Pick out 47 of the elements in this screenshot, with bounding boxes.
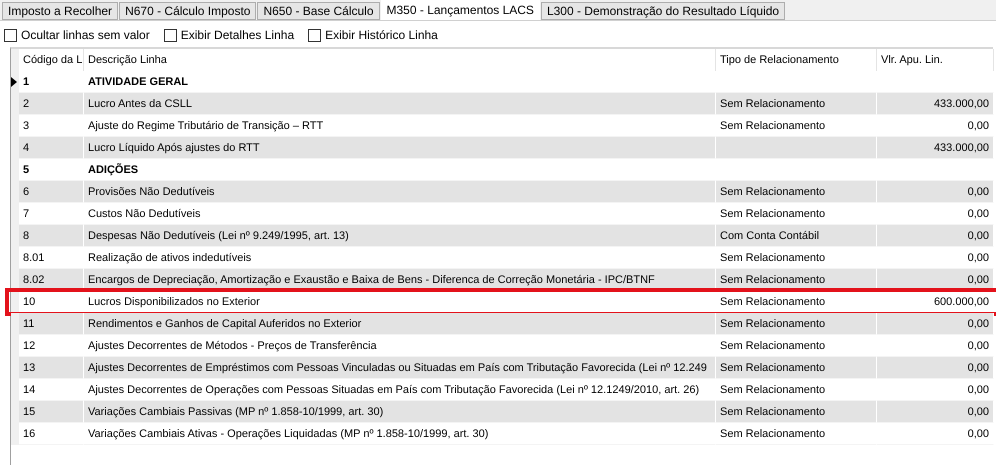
tab[interactable]: Imposto a Recolher (2, 2, 118, 20)
checkbox-label: Exibir Histórico Linha (325, 28, 438, 42)
table-cell: Sem Relacionamento (716, 93, 877, 115)
table-cell: Sem Relacionamento (716, 401, 877, 423)
table-cell: Lucro Líquido Após ajustes do RTT (84, 137, 716, 159)
table-row[interactable]: 16 Variações Cambiais Ativas - Operações Liquidadas (MP nº 1.858-10/1999, art. 30) Sem Relacionamento 0,00 (11, 423, 993, 445)
table-row[interactable]: 13 Ajustes Decorrentes de Empréstimos com Pessoas Vinculadas ou Situadas em País com Tributação Favorecida (Lei nº 12.249 Sem Relacionamento 0,00 (11, 357, 993, 379)
table-cell: Com Conta Contábil (716, 225, 877, 247)
checkbox-label: Ocultar linhas sem valor (21, 28, 150, 42)
tab[interactable]: N670 - Cálculo Imposto (119, 2, 256, 20)
table-row[interactable]: 6 Provisões Não Dedutíveis Sem Relacionamento 0,00 (11, 181, 993, 203)
table-row[interactable]: 15 Variações Cambiais Passivas (MP nº 1.858-10/1999, art. 30) Sem Relacionamento 0,00 (11, 401, 993, 423)
table-cell: 13 (19, 357, 84, 379)
table-cell: Rendimentos e Ganhos de Capital Auferidos no Exterior (84, 313, 716, 335)
table-cell: 6 (19, 181, 84, 203)
tab[interactable]: L300 - Demonstração do Resultado Líquido (540, 2, 786, 20)
checkbox[interactable] (164, 28, 177, 42)
tab[interactable]: M350 - Lançamentos LACS (380, 0, 540, 20)
table-cell: Despesas Não Dedutíveis (Lei nº 9.249/1995, art. 13) (84, 225, 716, 247)
table-row[interactable]: 11 Rendimentos e Ganhos de Capital Auferidos no Exterior Sem Relacionamento 0,00 (11, 313, 993, 335)
checkbox-label: Exibir Detalhes Linha (180, 28, 294, 42)
table-cell: 11 (19, 313, 84, 335)
table-cell: Variações Cambiais Passivas (MP nº 1.858-10/1999, art. 30) (84, 401, 716, 423)
table-row[interactable]: 5 ADIÇÕES (11, 159, 993, 181)
table-cell: Sem Relacionamento (716, 357, 877, 379)
table-cell: Sem Relacionamento (716, 181, 877, 203)
table-row[interactable]: 8.01 Realização de ativos indedutíveis Sem Relacionamento 0,00 (11, 247, 993, 269)
table-row[interactable]: 8 Despesas Não Dedutíveis (Lei nº 9.249/1995, art. 13) Com Conta Contábil 0,00 (11, 225, 993, 247)
table-cell: Lucro Antes da CSLL (84, 93, 716, 115)
table-row[interactable]: 12 Ajustes Decorrentes de Métodos - Preços de Transferência Sem Relacionamento 0,00 (11, 335, 993, 357)
table-row[interactable]: 1 ATIVIDADE GERAL (11, 71, 993, 93)
table-cell: 8 (19, 225, 84, 247)
table-row[interactable]: 2 Lucro Antes da CSLL Sem Relacionamento 433.000,00 (11, 93, 993, 115)
table-row[interactable]: 14 Ajustes Decorrentes de Operações com Pessoas Situadas em País com Tributação Favorecida (Lei nº 12.1249/2010, art. 26) Sem Relacionamento 0,00 (11, 379, 993, 401)
checkbox[interactable] (308, 28, 322, 42)
table-cell: 15 (19, 401, 84, 423)
table-row[interactable]: 3 Ajuste do Regime Tributário de Transição – RTT Sem Relacionamento 0,00 (11, 115, 993, 137)
table-cell: Sem Relacionamento (716, 313, 877, 335)
table-cell: 4 (19, 137, 84, 159)
table-cell: Provisões Não Dedutíveis (84, 181, 716, 203)
table-cell: Ajustes Decorrentes de Empréstimos com Pessoas Vinculadas ou Situadas em País com Tributação Favorecida (Lei nº 12.249 (84, 357, 716, 379)
checkbox[interactable] (4, 28, 17, 42)
tab[interactable]: N650 - Base Cálculo (257, 2, 380, 20)
table-row[interactable]: 4 Lucro Líquido Após ajustes do RTT 433.000,00 (11, 137, 993, 159)
table-row[interactable]: 7 Custos Não Dedutíveis Sem Relacionamento 0,00 (11, 203, 993, 225)
table-cell: 2 (19, 93, 84, 115)
table-cell: 0,00 (877, 313, 994, 335)
